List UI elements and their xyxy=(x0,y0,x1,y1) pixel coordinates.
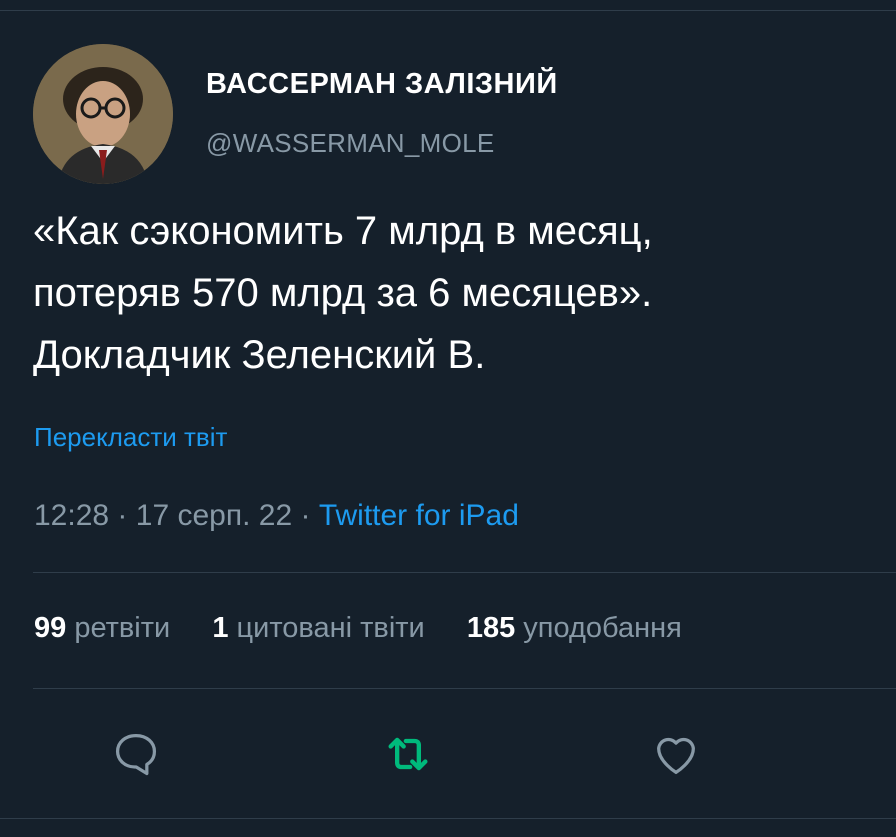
tweet-meta: 12:28 · 17 серп. 22 · Twitter for iPad xyxy=(34,499,519,533)
stats-bottom-divider xyxy=(33,688,896,689)
bottom-divider xyxy=(0,818,896,819)
avatar[interactable] xyxy=(33,44,173,184)
retweets-count: 99 xyxy=(34,612,67,644)
tweet-date[interactable]: 17 серп. 22 xyxy=(136,499,292,532)
reply-button[interactable] xyxy=(106,724,166,784)
like-button[interactable] xyxy=(646,724,706,784)
tweet-time[interactable]: 12:28 xyxy=(34,499,109,532)
retweets-stat[interactable]: 99 ретвіти xyxy=(34,612,178,644)
quotes-stat[interactable]: 1 цитовані твіти xyxy=(212,612,433,644)
retweets-label: ретвіти xyxy=(74,612,171,644)
translate-tweet-link[interactable]: Перекласти твіт xyxy=(34,422,227,453)
user-handle[interactable]: @WASSERMAN_MOLE xyxy=(206,128,495,159)
stats-top-divider xyxy=(33,572,896,573)
reply-icon xyxy=(115,733,157,776)
tweet-text: «Как сэкономить 7 млрд в месяц, потеряв … xyxy=(33,200,893,386)
tweet-stats: 99 ретвіти 1 цитовані твіти 185 уподобан… xyxy=(34,612,716,645)
retweet-icon xyxy=(388,737,428,771)
display-name[interactable]: ВАССЕРМАН ЗАЛІЗНИЙ xyxy=(206,68,558,101)
tweet-source-link[interactable]: Twitter for iPad xyxy=(319,499,519,532)
meta-separator: · xyxy=(117,499,128,532)
likes-stat[interactable]: 185 уподобання xyxy=(467,612,682,644)
likes-label: уподобання xyxy=(523,612,682,644)
heart-icon xyxy=(657,737,695,775)
tweet-line: Докладчик Зеленский В. xyxy=(33,333,486,377)
retweet-button[interactable] xyxy=(378,724,438,784)
quotes-count: 1 xyxy=(212,612,229,644)
meta-separator: · xyxy=(300,499,311,532)
top-divider xyxy=(0,10,896,11)
avatar-image xyxy=(33,44,173,184)
tweet-line: потеряв 570 млрд за 6 месяцев». xyxy=(33,271,653,315)
quotes-label: цитовані твіти xyxy=(236,612,425,644)
likes-count: 185 xyxy=(466,612,516,644)
tweet-line: «Как сэкономить 7 млрд в месяц, xyxy=(33,209,653,253)
